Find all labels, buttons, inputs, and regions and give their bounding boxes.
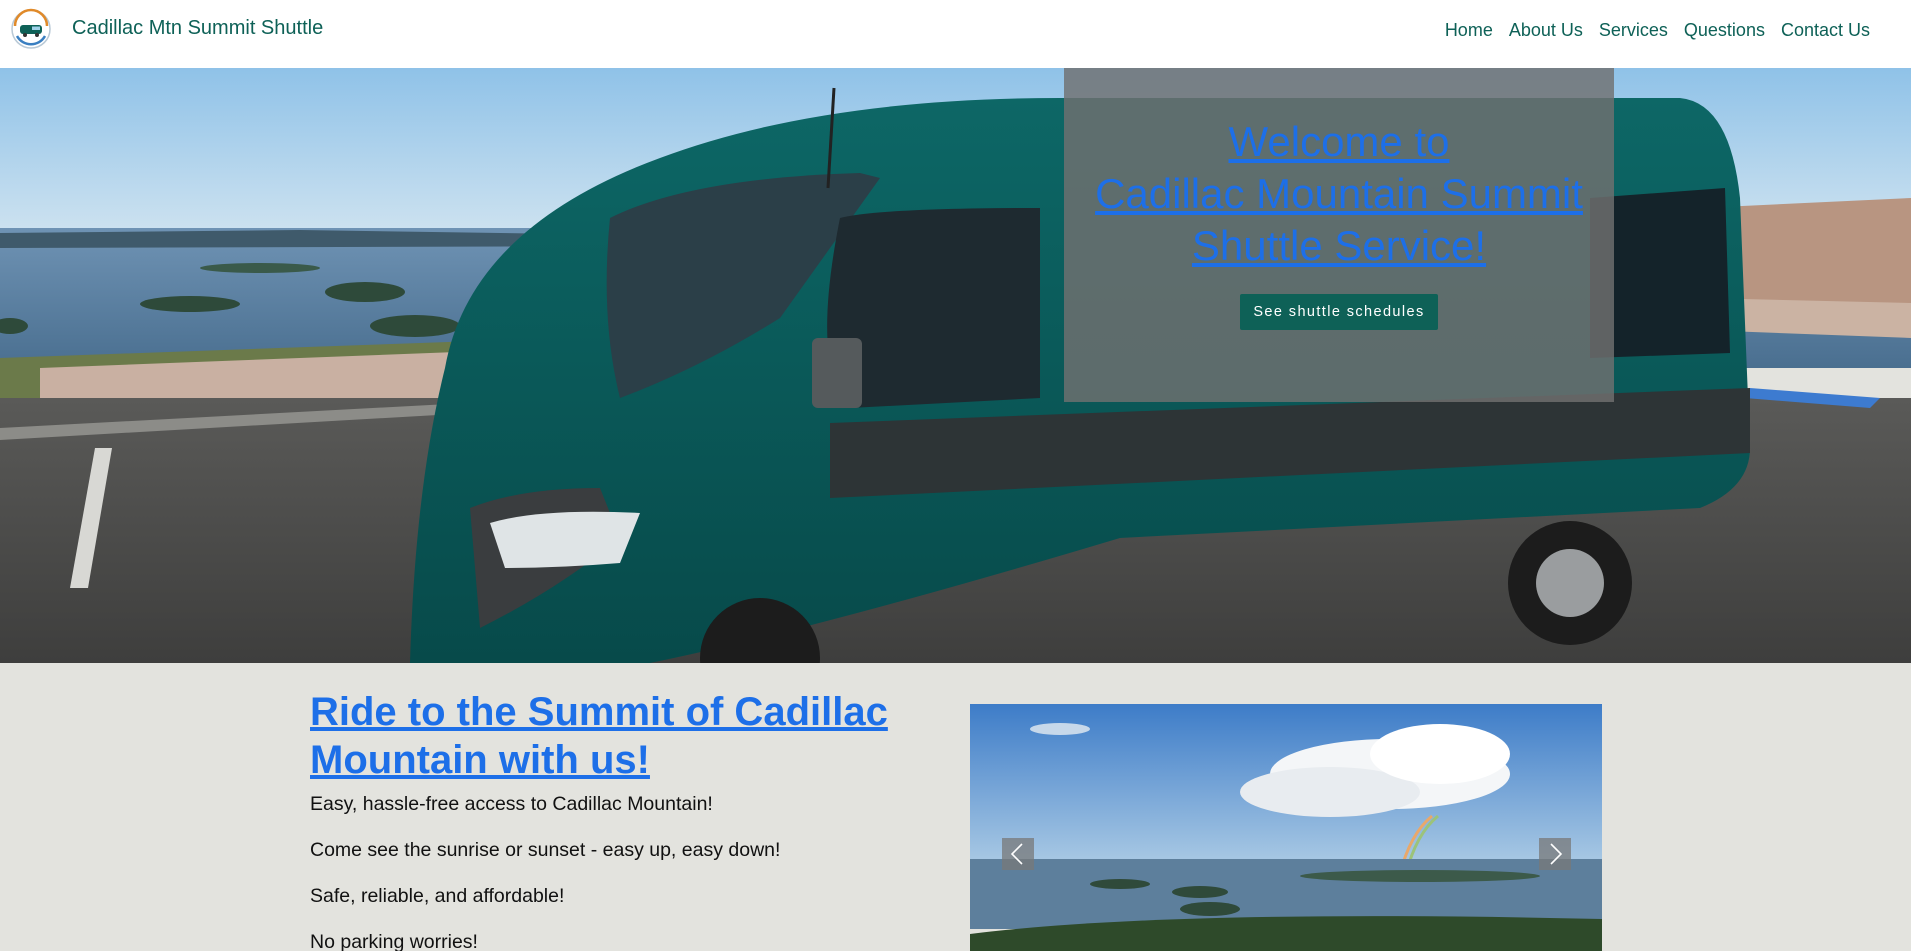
feature-list: Easy, hassle-free access to Cadillac Mou… — [310, 792, 910, 951]
intro-section: Ride to the Summit of Cadillac Mountain … — [310, 688, 910, 951]
hero-banner: Welcome to Cadillac Mountain Summit Shut… — [0, 68, 1911, 663]
nav-about-us[interactable]: About Us — [1509, 20, 1583, 41]
carousel-prev-button[interactable] — [1002, 838, 1034, 870]
site-title[interactable]: Cadillac Mtn Summit Shuttle — [72, 17, 323, 40]
ride-heading[interactable]: Ride to the Summit of Cadillac Mountain … — [310, 688, 910, 784]
feature-item: Safe, reliable, and affordable! — [310, 885, 565, 907]
site-header: Cadillac Mtn Summit Shuttle Home About U… — [0, 0, 1911, 68]
shuttle-logo-icon — [11, 8, 51, 49]
nav-contact-us[interactable]: Contact Us — [1781, 20, 1870, 41]
feature-item: No parking worries! — [310, 931, 478, 951]
shuttle-logo[interactable] — [10, 6, 52, 52]
nav-services[interactable]: Services — [1599, 20, 1668, 41]
nav-home[interactable]: Home — [1445, 20, 1493, 41]
welcome-line-2[interactable]: Cadillac Mountain Summit — [1064, 168, 1614, 220]
photo-carousel — [970, 704, 1602, 951]
welcome-heading[interactable]: Welcome to Cadillac Mountain Summit Shut… — [1064, 116, 1614, 272]
welcome-line-3[interactable]: Shuttle Service! — [1064, 220, 1614, 272]
feature-item: Come see the sunrise or sunset - easy up… — [310, 839, 781, 861]
nav-questions[interactable]: Questions — [1684, 20, 1765, 41]
see-schedules-button[interactable]: See shuttle schedules — [1240, 294, 1438, 330]
chevron-left-icon — [1010, 843, 1023, 865]
welcome-line-1[interactable]: Welcome to — [1064, 116, 1614, 168]
feature-item: Easy, hassle-free access to Cadillac Mou… — [310, 793, 713, 815]
carousel-slide-image — [970, 704, 1602, 951]
hero-van-image — [0, 68, 1911, 663]
main-nav: Home About Us Services Questions Contact… — [1445, 20, 1870, 41]
chevron-right-icon — [1550, 843, 1563, 865]
welcome-overlay: Welcome to Cadillac Mountain Summit Shut… — [1064, 68, 1614, 402]
carousel-next-button[interactable] — [1539, 838, 1571, 870]
